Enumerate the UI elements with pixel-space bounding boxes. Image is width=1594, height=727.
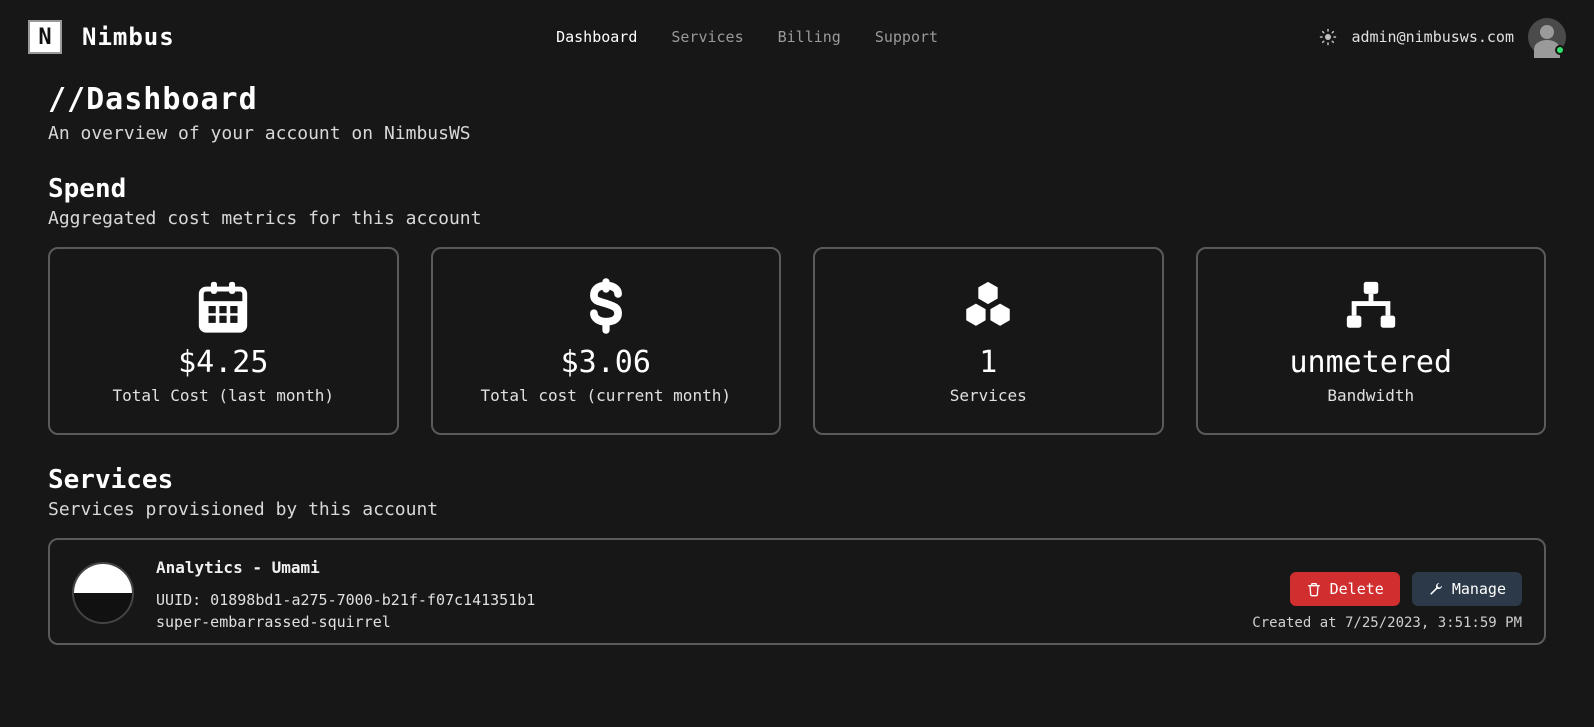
cubes-icon — [959, 277, 1017, 335]
nav-services[interactable]: Services — [671, 28, 743, 46]
metric-services-label: Services — [950, 386, 1027, 405]
services-title: Services — [48, 465, 1546, 495]
metric-bandwidth: unmetered Bandwidth — [1196, 247, 1547, 435]
metric-current-month-label: Total cost (current month) — [481, 386, 731, 405]
service-created-at: Created at 7/25/2023, 3:51:59 PM — [1252, 615, 1522, 631]
metric-bandwidth-label: Bandwidth — [1327, 386, 1414, 405]
brand-logo: N — [28, 20, 62, 54]
nav-dashboard[interactable]: Dashboard — [556, 28, 637, 46]
brand-name: Nimbus — [82, 23, 175, 51]
spend-title: Spend — [48, 174, 1546, 204]
manage-label: Manage — [1452, 580, 1506, 598]
services-header: Services Services provisioned by this ac… — [48, 465, 1546, 520]
manage-button[interactable]: Manage — [1412, 572, 1522, 606]
delete-label: Delete — [1330, 580, 1384, 598]
dollar-icon — [577, 277, 635, 335]
user-email: admin@nimbusws.com — [1351, 28, 1514, 46]
calendar-icon — [194, 277, 252, 335]
nav-billing[interactable]: Billing — [778, 28, 841, 46]
metric-services-value: 1 — [979, 345, 997, 380]
metric-current-month-value: $3.06 — [561, 345, 651, 380]
service-name: Analytics - Umami — [156, 558, 1268, 577]
delete-button[interactable]: Delete — [1290, 572, 1400, 606]
services-subtitle: Services provisioned by this account — [48, 499, 1546, 520]
page-body: //Dashboard An overview of your account … — [0, 66, 1594, 645]
header-right: admin@nimbusws.com — [1319, 18, 1566, 56]
service-info: Analytics - Umami UUID: 01898bd1-a275-70… — [156, 558, 1268, 631]
spend-subtitle: Aggregated cost metrics for this account — [48, 208, 1546, 229]
network-icon — [1342, 277, 1400, 335]
app-header: N Nimbus Dashboard Services Billing Supp… — [0, 0, 1594, 66]
wrench-icon — [1428, 581, 1444, 597]
metric-bandwidth-value: unmetered — [1289, 345, 1452, 380]
service-avatar — [72, 562, 134, 624]
status-online-icon — [1555, 45, 1565, 55]
service-actions: Delete Manage — [1290, 572, 1522, 606]
theme-sun-icon[interactable] — [1319, 28, 1337, 46]
metric-services: 1 Services — [813, 247, 1164, 435]
page-subtitle: An overview of your account on NimbusWS — [48, 123, 1546, 144]
spend-metrics: $4.25 Total Cost (last month) $3.06 Tota… — [48, 247, 1546, 435]
user-avatar[interactable] — [1528, 18, 1566, 56]
trash-icon — [1306, 581, 1322, 597]
service-uuid: UUID: 01898bd1-a275-7000-b21f-f07c141351… — [156, 591, 1268, 609]
nav-support[interactable]: Support — [875, 28, 938, 46]
metric-last-month: $4.25 Total Cost (last month) — [48, 247, 399, 435]
spend-header: Spend Aggregated cost metrics for this a… — [48, 174, 1546, 229]
metric-last-month-label: Total Cost (last month) — [112, 386, 334, 405]
page-title: //Dashboard — [48, 82, 1546, 117]
service-slug: super-embarrassed-squirrel — [156, 613, 1268, 631]
service-card: Analytics - Umami UUID: 01898bd1-a275-70… — [48, 538, 1546, 645]
metric-last-month-value: $4.25 — [178, 345, 268, 380]
top-nav: Dashboard Services Billing Support — [195, 28, 1300, 46]
metric-current-month: $3.06 Total cost (current month) — [431, 247, 782, 435]
